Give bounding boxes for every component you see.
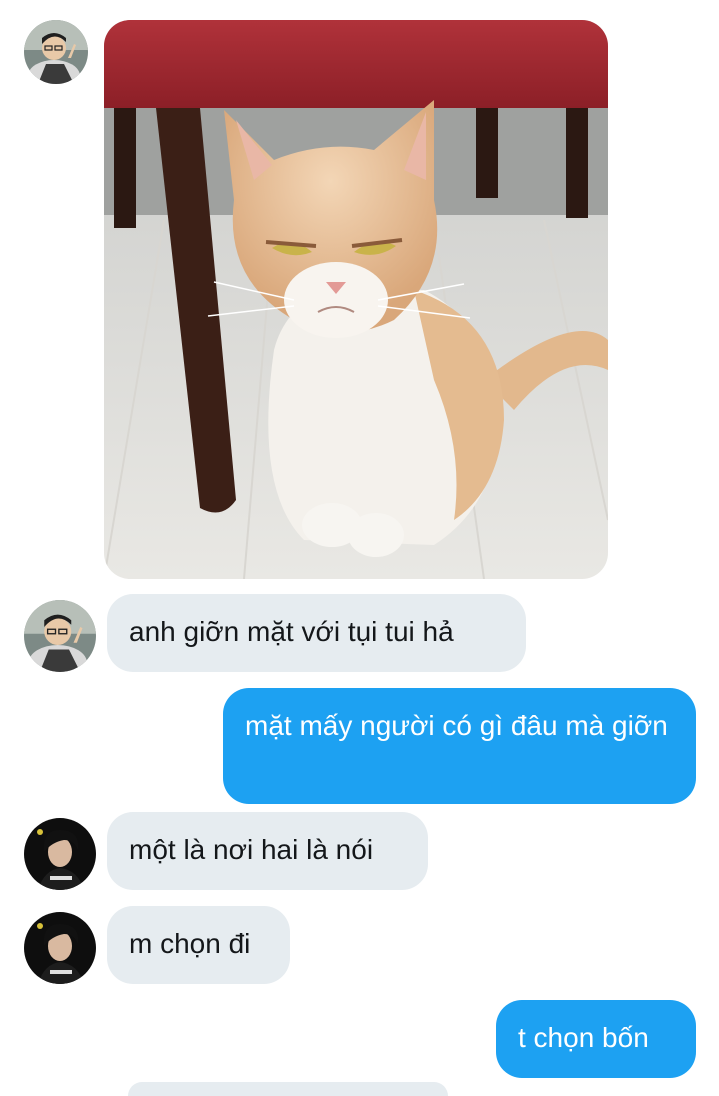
message-text: m chọn đi: [129, 928, 251, 959]
message-bubble-outgoing[interactable]: t chọn bốn: [496, 1000, 696, 1078]
cat-photo-message[interactable]: [104, 20, 608, 579]
message-text: t chọn bốn: [518, 1022, 649, 1053]
message-text: một là nơi hai là nói: [129, 834, 374, 865]
sender-avatar[interactable]: [24, 600, 96, 672]
sender-avatar[interactable]: [24, 912, 96, 984]
angry-cat-photo: [104, 20, 608, 579]
sender-avatar[interactable]: [24, 20, 88, 84]
message-bubble-incoming[interactable]: m chọn đi: [107, 906, 290, 984]
message-text: mặt mấy người có gì đâu mà giỡn: [245, 710, 668, 741]
sender-avatar[interactable]: [24, 818, 96, 890]
message-bubble-incoming[interactable]: anh giỡn mặt với tụi tui hả: [107, 594, 526, 672]
message-text: anh giỡn mặt với tụi tui hả: [129, 616, 454, 647]
message-bubble-outgoing[interactable]: mặt mấy người có gì đâu mà giỡn: [223, 688, 696, 804]
message-bubble-incoming[interactable]: một là nơi hai là nói: [107, 812, 428, 890]
message-bubble-partial[interactable]: [128, 1082, 448, 1096]
